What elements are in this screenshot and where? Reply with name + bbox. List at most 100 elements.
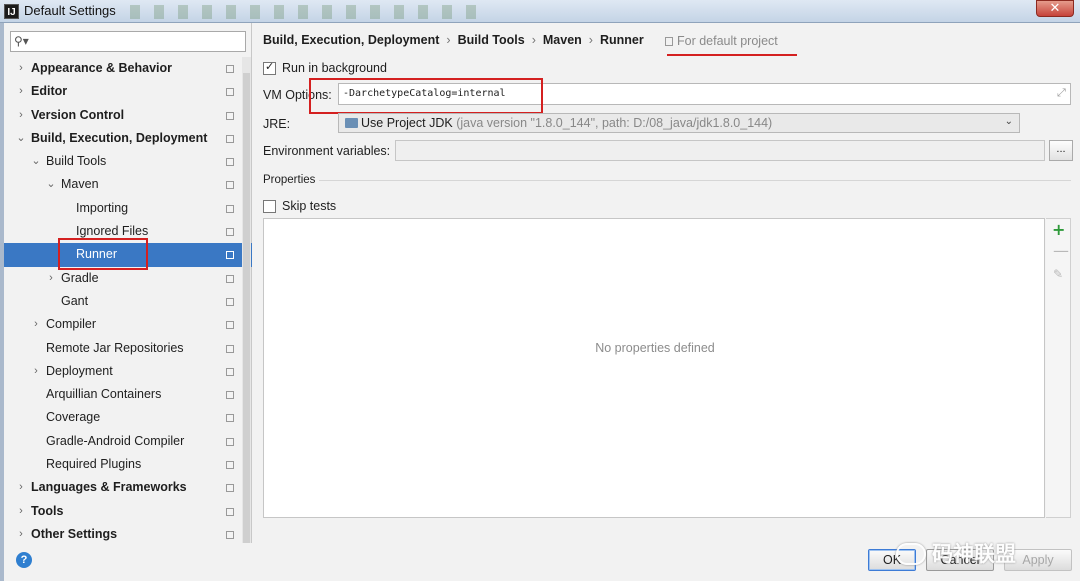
settings-sidebar: ⚲▾ › Appearance & Behavior › Editor › Version… [4, 23, 252, 543]
sidebar-item[interactable]: › Languages & Frameworks [4, 476, 252, 499]
run-in-background-checkbox[interactable] [263, 60, 276, 75]
breadcrumb: Build, Execution, Deployment › Build Tools… [263, 33, 644, 47]
add-property-icon[interactable]: + [1052, 220, 1065, 239]
project-settings-icon [226, 274, 234, 283]
chevron-right-icon[interactable]: › [31, 313, 41, 336]
chevron-right-icon[interactable]: › [16, 57, 26, 80]
environment-variables-label: Environment variables: [263, 144, 391, 158]
properties-toolbar: + — ✎ [1046, 218, 1071, 518]
expand-icon[interactable]: ⤢ [1057, 87, 1066, 100]
sidebar-item[interactable]: ⌄ Build Tools [4, 150, 252, 173]
sidebar-item-label: Appearance & Behavior [31, 61, 173, 75]
project-settings-icon [226, 111, 234, 120]
sidebar-item[interactable]: › Editor [4, 80, 252, 103]
close-window-button[interactable]: ✕ [1036, 0, 1074, 17]
sidebar-item[interactable]: › Compiler [4, 313, 252, 336]
sidebar-item[interactable]: › Other Settings [4, 523, 252, 546]
sidebar-item[interactable]: › Appearance & Behavior [4, 57, 252, 80]
project-settings-icon [226, 181, 234, 190]
settings-search-input[interactable]: ⚲▾ [10, 31, 246, 52]
project-settings-icon [226, 484, 234, 493]
sidebar-item[interactable]: › Tools [4, 500, 252, 523]
breadcrumb-item: Maven [542, 33, 582, 47]
sidebar-item[interactable]: ⌄ Build, Execution, Deployment [4, 127, 252, 150]
project-settings-icon [226, 228, 234, 237]
sidebar-item[interactable]: › Deployment [4, 360, 252, 383]
breadcrumb-item: Build Tools [457, 33, 525, 47]
project-settings-icon [226, 321, 234, 330]
wechat-icon [896, 543, 926, 565]
remove-property-icon[interactable]: — [1053, 241, 1069, 260]
sidebar-item-label: Build Tools [46, 154, 107, 169]
project-settings-icon [226, 297, 234, 306]
project-settings-icon [226, 391, 234, 400]
background-toolbar [130, 5, 480, 19]
chevron-right-icon[interactable]: › [16, 500, 26, 523]
sidebar-item-label: Other Settings [31, 526, 118, 541]
skip-tests-checkbox[interactable] [263, 200, 276, 213]
properties-section-title: Properties [263, 174, 316, 186]
breadcrumb-item: Runner [599, 33, 644, 47]
help-button[interactable]: ? [16, 552, 32, 568]
skip-tests-label: Skip tests [282, 199, 337, 213]
project-settings-icon [226, 414, 234, 423]
sidebar-item-label: Deployment [46, 363, 113, 378]
jre-select[interactable]: Use Project JDK (java version "1.8.0_144… [338, 113, 1020, 133]
jre-detail: (java version "1.8.0_144", path: D:/08_j… [456, 116, 773, 130]
sidebar-item-label: Gradle-Android Compiler [46, 433, 185, 448]
project-settings-icon [226, 251, 234, 260]
sidebar-item-label: Version Control [31, 107, 125, 122]
watermark: 码神联盟 [896, 538, 1016, 568]
sidebar-item-label: Tools [31, 503, 64, 518]
chevron-right-icon[interactable]: › [16, 104, 26, 127]
jre-label: JRE: [263, 117, 291, 131]
properties-table[interactable]: No properties defined [263, 218, 1045, 518]
chevron-right-icon[interactable]: › [16, 523, 26, 546]
sidebar-item-label: Build, Execution, Deployment [31, 130, 208, 145]
sidebar-item[interactable]: ⌄ Maven [4, 173, 252, 196]
sidebar-item[interactable]: Remote Jar Repositories [4, 337, 252, 360]
chevron-down-icon[interactable]: ⌄ [31, 150, 41, 173]
environment-variables-field[interactable] [395, 140, 1045, 161]
sidebar-item[interactable]: › Version Control [4, 104, 252, 127]
project-icon [665, 37, 673, 46]
scope-indicator: For default project [665, 34, 778, 48]
sidebar-item[interactable]: Coverage [4, 406, 252, 429]
sidebar-item-label: Arquillian Containers [46, 387, 162, 402]
runner-settings-panel: Build, Execution, Deployment › Build Tools… [253, 23, 1080, 543]
sidebar-item[interactable]: Arquillian Containers [4, 383, 252, 406]
sidebar-scrollbar[interactable] [242, 57, 251, 543]
project-settings-icon [226, 65, 234, 73]
project-settings-icon [226, 367, 234, 376]
project-settings-icon [226, 88, 234, 97]
project-settings-icon [226, 530, 234, 539]
chevron-down-icon[interactable]: ⌄ [46, 173, 56, 196]
sidebar-item[interactable]: Gant [4, 290, 252, 313]
chevron-right-icon[interactable]: › [16, 476, 26, 499]
sidebar-item-label: Remote Jar Repositories [46, 340, 184, 355]
project-settings-icon [226, 204, 234, 213]
jre-selected-value: Use Project JDK [361, 116, 453, 130]
settings-tree: › Appearance & Behavior › Editor › Version Co… [4, 57, 252, 546]
chevron-down-icon[interactable]: ⌄ [16, 127, 26, 150]
chevron-right-icon[interactable]: › [46, 267, 56, 290]
chevron-right-icon[interactable]: › [16, 80, 26, 103]
sidebar-item[interactable]: Gradle-Android Compiler [4, 430, 252, 453]
sidebar-item[interactable]: Required Plugins [4, 453, 252, 476]
project-settings-icon [226, 158, 234, 167]
empty-properties-message: No properties defined [595, 341, 715, 355]
run-in-background-label: Run in background [282, 61, 387, 75]
search-icon: ⚲▾ [14, 34, 29, 48]
sidebar-item-label: Editor [31, 84, 68, 99]
environment-variables-browse-button[interactable]: ... [1049, 140, 1073, 161]
sidebar-item[interactable]: Importing [4, 197, 252, 220]
project-settings-icon [226, 507, 234, 516]
project-settings-icon [226, 461, 234, 470]
chevron-right-icon[interactable]: › [31, 360, 41, 383]
watermark-text: 码神联盟 [932, 542, 1016, 566]
edit-property-icon[interactable]: ✎ [1053, 267, 1063, 281]
jdk-folder-icon [345, 118, 358, 128]
settings-dialog: ⚲▾ › Appearance & Behavior › Editor › Version… [4, 23, 1080, 581]
intellij-app-icon: IJ [4, 4, 19, 19]
sidebar-scrollbar-thumb[interactable] [243, 73, 250, 543]
